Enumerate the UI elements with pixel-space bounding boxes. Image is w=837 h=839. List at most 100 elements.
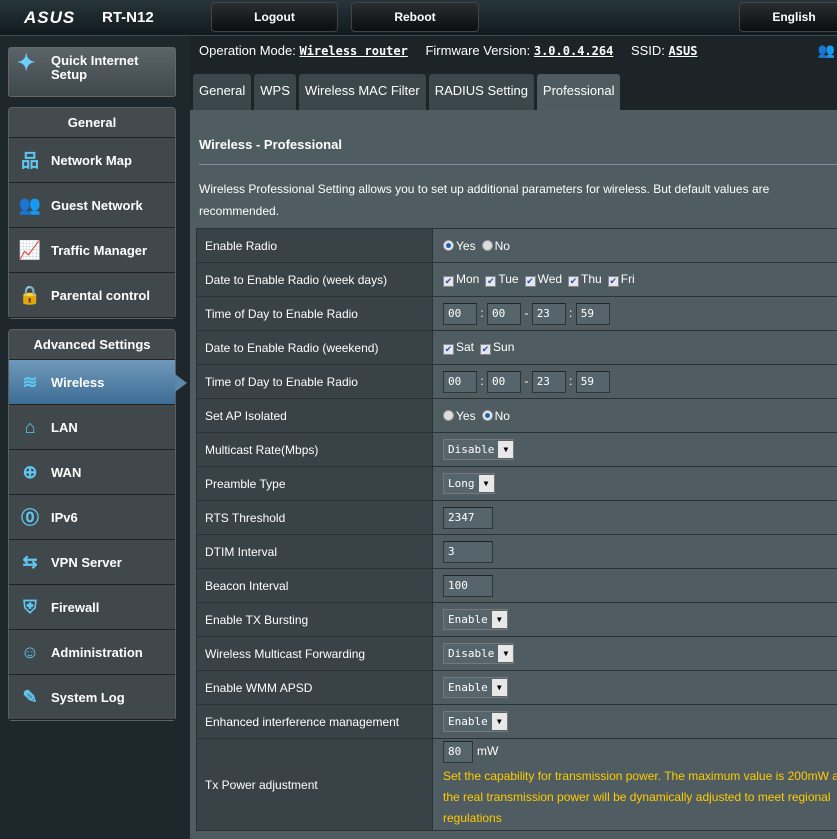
tab-general[interactable]: General [193, 74, 252, 110]
language-select[interactable]: English [739, 2, 837, 32]
advanced-header: Advanced Settings [9, 330, 175, 360]
table-row: Enhanced interference management Enable ▼ [196, 704, 837, 739]
enhanced-interference-managementselect[interactable]: Enable ▼ [443, 711, 508, 732]
checkbox-checked[interactable]: ✔ [443, 276, 454, 287]
checkbox-checked[interactable]: ✔ [524, 276, 536, 287]
row-value: Yes No [432, 228, 837, 263]
time-separator: - [521, 373, 532, 388]
radio-option[interactable]: Yes [443, 409, 476, 423]
table-row: Enable Radio Yes No [196, 228, 837, 263]
checkbox-checked[interactable]: ✔ [568, 276, 580, 287]
time-input[interactable]: 00 [487, 302, 522, 325]
checkbox-option[interactable]: ✔ Sat [443, 340, 474, 355]
row-label: Enable Radio [196, 228, 433, 263]
unit-label: mW [477, 743, 499, 758]
radio-option[interactable]: No [481, 238, 510, 253]
radio-option[interactable]: Yes [443, 239, 476, 253]
chevron-down-icon: ▼ [491, 713, 507, 730]
tab-professional[interactable]: Professional [536, 74, 621, 110]
row-value: ✔ Mon ✔ Tue ✔ Wed ✔ Thu ✔ Fri [432, 262, 837, 297]
checkbox-checked[interactable]: ✔ [480, 344, 492, 355]
quick-setup-label: Quick Internet Setup [51, 53, 139, 82]
guest-network-icon: 👥 [18, 194, 42, 215]
text-input[interactable]: 3 [443, 540, 493, 563]
tab-wireless-mac-filter[interactable]: Wireless MAC Filter [298, 74, 426, 110]
quick-internet-setup-button[interactable]: ✦ Quick Internet Setup [8, 47, 176, 97]
sidebar-item-traffic-manager[interactable]: 📈 Traffic Manager [9, 228, 175, 273]
tx-power-input[interactable]: 80 [443, 740, 473, 763]
checkbox-option[interactable]: ✔ Fri [607, 272, 635, 287]
enable-wmm-apsdselect[interactable]: Enable ▼ [443, 677, 508, 698]
text-input[interactable]: 2347 [443, 506, 493, 529]
radio-label: No [494, 238, 510, 253]
main-content: Operation Mode: Wireless router Firmware… [190, 36, 837, 839]
sidebar-item-wan[interactable]: ⊕ WAN [9, 450, 175, 495]
checkbox-label: Sun [493, 340, 515, 354]
sidebar-item-network-map[interactable]: 品 Network Map [9, 138, 175, 183]
sidebar-item-ipv6[interactable]: ⓪ IPv6 [9, 495, 175, 540]
settings-panel: Wireless - Professional Wireless Profess… [190, 110, 837, 839]
checkbox-option[interactable]: ✔ Wed [524, 272, 562, 287]
sidebar-item-system-log[interactable]: ✎ System Log [9, 675, 175, 720]
radio-button[interactable] [481, 409, 493, 421]
time-input[interactable]: 00 [487, 370, 522, 393]
multicast-rate-mbps-select[interactable]: Disable ▼ [443, 439, 515, 460]
ssid-link[interactable]: ASUS [669, 44, 698, 58]
sidebar-item-vpn-server[interactable]: ⇆ VPN Server [9, 540, 175, 585]
sidebar-item-label: IPv6 [51, 509, 78, 525]
enable-tx-burstingselect[interactable]: Enable ▼ [443, 609, 508, 630]
row-value: 00 : 00 - 23 : 59 [432, 296, 837, 331]
home-icon: ⌂ [24, 416, 36, 437]
model-name: RT-N12 [102, 9, 154, 26]
sidebar-item-wireless[interactable]: ≋ Wireless [9, 360, 187, 405]
select-value: Enable [448, 613, 488, 626]
checkbox-checked[interactable]: ✔ [485, 276, 497, 287]
time-separator: : [477, 305, 488, 320]
tab-wps[interactable]: WPS [254, 74, 296, 110]
checkbox-option[interactable]: ✔ Mon [443, 272, 479, 287]
text-input[interactable]: 100 [443, 574, 493, 597]
time-input[interactable]: 59 [575, 302, 610, 325]
select-value: Long [448, 477, 475, 490]
sidebar-item-parental-control[interactable]: 🔒 Parental control [9, 273, 175, 318]
time-input[interactable]: 59 [575, 370, 610, 393]
table-row: Beacon Interval 100 [196, 568, 837, 603]
panel-description: Wireless Professional Setting allows you… [199, 182, 770, 218]
checkbox-checked[interactable]: ✔ [443, 344, 454, 355]
clients-icon[interactable]: 👥 [818, 42, 835, 59]
checkbox-option[interactable]: ✔ Tue [485, 272, 519, 287]
reboot-button[interactable]: Reboot [351, 2, 479, 32]
checkbox-checked[interactable]: ✔ [607, 276, 619, 287]
table-row: Preamble Type Long ▼ [196, 466, 837, 501]
row-label: Set AP Isolated [196, 398, 433, 433]
time-input[interactable]: 23 [531, 370, 566, 393]
checkbox-option[interactable]: ✔ Thu [568, 272, 602, 287]
tab-radius-setting[interactable]: RADIUS Setting [428, 74, 534, 110]
tab-bar: General WPS Wireless MAC Filter RADIUS Sett… [190, 74, 621, 110]
sidebar-item-lan[interactable]: ⌂ LAN [9, 405, 175, 450]
sidebar-item-administration[interactable]: ☺ Administration [9, 630, 175, 675]
firmware-link[interactable]: 3.0.0.4.264 [534, 44, 613, 58]
wireless-multicast-forwardingselect[interactable]: Disable ▼ [443, 643, 515, 664]
time-input[interactable]: 00 [443, 302, 477, 325]
chevron-down-icon: ▼ [478, 475, 494, 492]
sidebar-item-guest-network[interactable]: 👥 Guest Network [9, 183, 175, 228]
select-value: Enable [448, 715, 488, 728]
radio-button[interactable] [443, 409, 454, 421]
settings-table: Enable Radio Yes No Date to Enable Radio (w… [196, 228, 837, 831]
asus-logo: ASUS [24, 8, 76, 27]
sidebar-item-firewall[interactable]: ⛨ Firewall [9, 585, 175, 630]
checkbox-option[interactable]: ✔ Sun [480, 340, 515, 355]
radio-button[interactable] [481, 239, 493, 251]
row-value: Enable ▼ [432, 602, 837, 637]
radio-button[interactable] [443, 239, 454, 251]
op-mode-link[interactable]: Wireless router [299, 44, 407, 58]
time-input[interactable]: 23 [531, 302, 566, 325]
row-value: Enable ▼ [432, 704, 837, 739]
logout-button[interactable]: Logout [211, 2, 338, 32]
row-label: DTIM Interval [196, 534, 433, 569]
time-input[interactable]: 00 [443, 370, 477, 393]
preamble-typeselect[interactable]: Long ▼ [443, 473, 495, 494]
radio-option[interactable]: No [481, 409, 510, 423]
row-label: Enhanced interference management [196, 704, 433, 739]
